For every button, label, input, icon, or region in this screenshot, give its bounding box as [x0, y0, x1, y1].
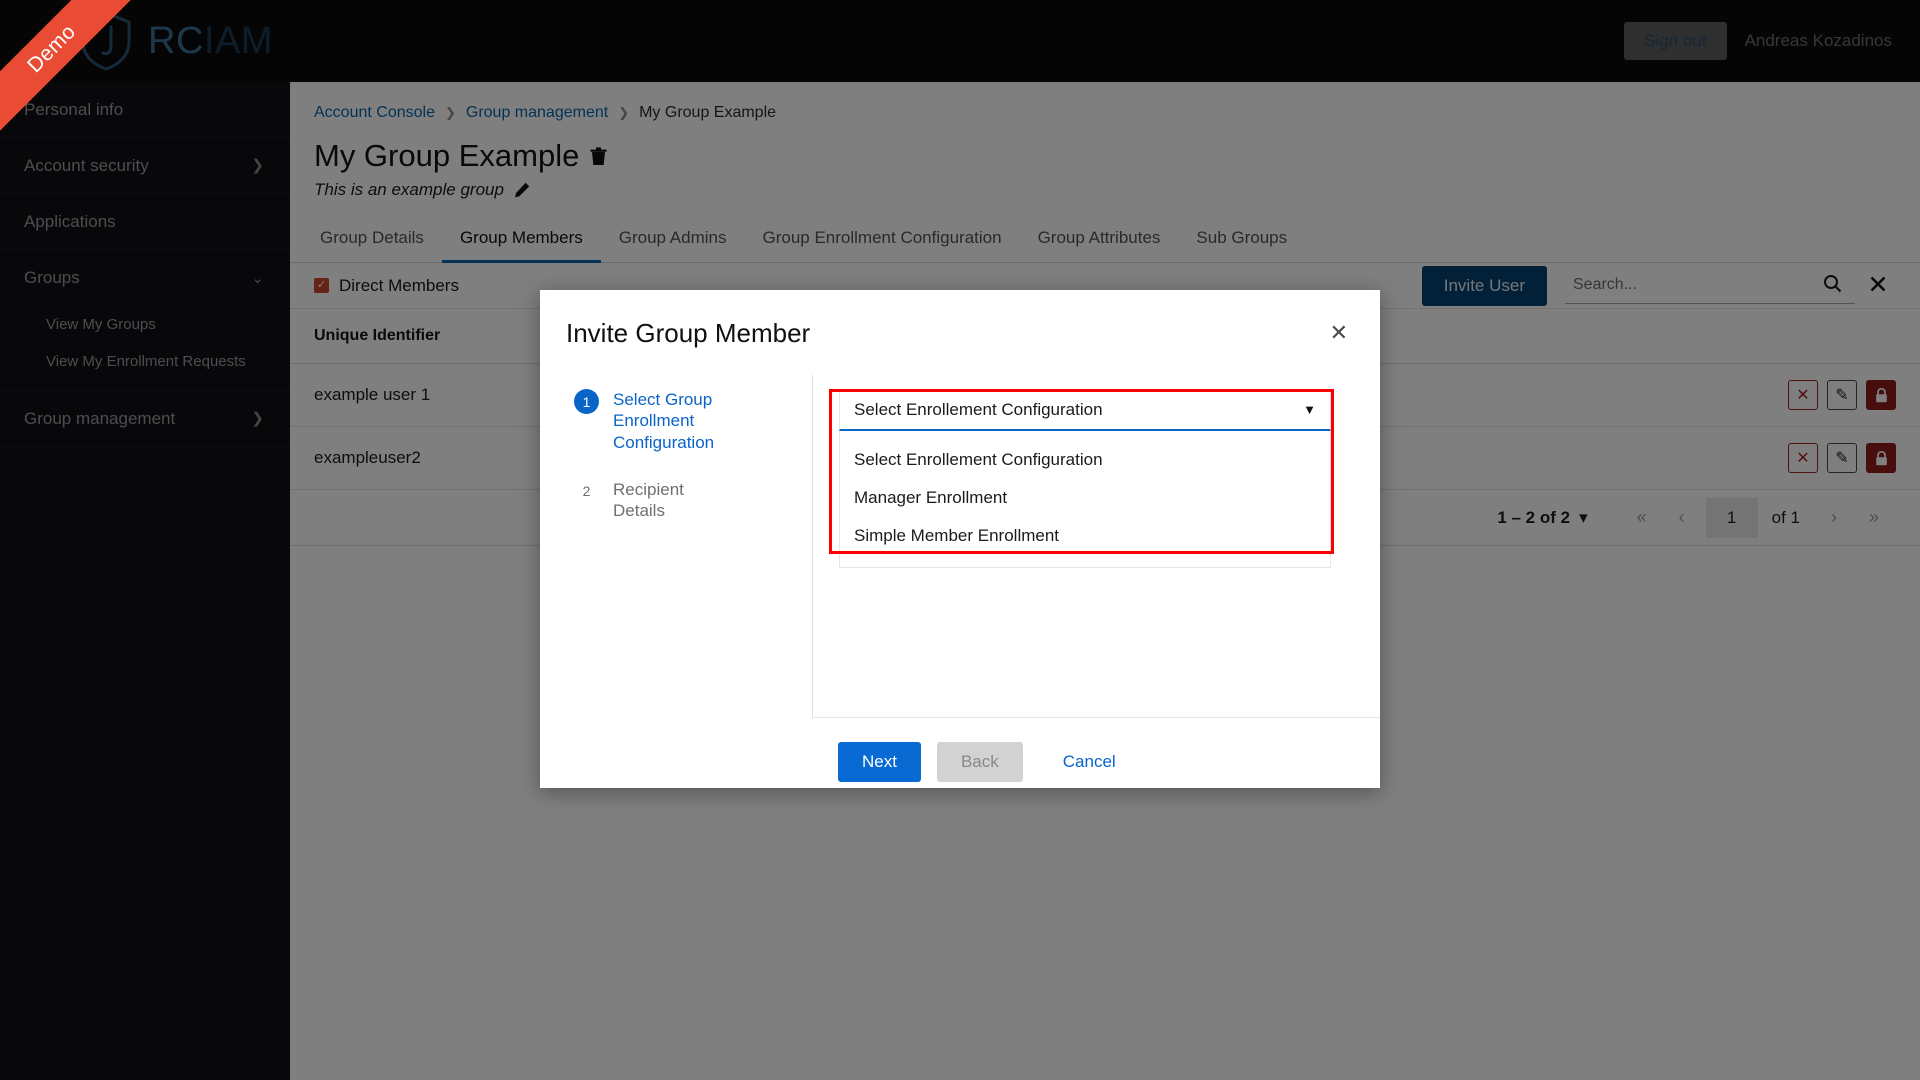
- modal-footer: Next Back Cancel: [812, 717, 1380, 787]
- wizard-steps: 1 Select Group Enrollment Configuration …: [540, 375, 812, 717]
- wizard-step-2[interactable]: 2 Recipient Details: [574, 479, 812, 522]
- chevron-down-icon: ▼: [1303, 402, 1316, 417]
- wizard-step-number: 2: [582, 483, 591, 500]
- wizard-step-label[interactable]: Select Group Enrollment Configuration: [613, 389, 738, 453]
- select-option-manager-enrollment[interactable]: Manager Enrollment: [840, 479, 1330, 517]
- modal-body: 1 Select Group Enrollment Configuration …: [540, 375, 1380, 717]
- modal-title: Invite Group Member: [566, 318, 811, 348]
- invite-group-member-dialog: Invite Group Member ✕ 1 Select Group Enr…: [540, 290, 1380, 788]
- select-option-simple-member-enrollment[interactable]: Simple Member Enrollment: [840, 517, 1330, 555]
- wizard-step-1[interactable]: 1 Select Group Enrollment Configuration: [574, 389, 812, 453]
- cancel-button[interactable]: Cancel: [1057, 751, 1122, 773]
- close-icon[interactable]: ✕: [1324, 318, 1354, 348]
- next-button[interactable]: Next: [838, 741, 921, 782]
- select-selected-value: Select Enrollement Configuration: [854, 399, 1103, 419]
- modal-header: Invite Group Member ✕: [540, 290, 1380, 349]
- wizard-pane: Select Enrollement Configuration ▼ Selec…: [812, 375, 1380, 717]
- enrollment-configuration-select[interactable]: Select Enrollement Configuration ▼: [839, 389, 1331, 431]
- wizard-step-label[interactable]: Recipient Details: [613, 479, 738, 522]
- enrollment-configuration-options: Select Enrollement Configuration Manager…: [839, 431, 1331, 568]
- wizard-step-number: 1: [574, 389, 599, 414]
- select-option-placeholder[interactable]: Select Enrollement Configuration: [840, 441, 1330, 479]
- back-button[interactable]: Back: [936, 741, 1023, 782]
